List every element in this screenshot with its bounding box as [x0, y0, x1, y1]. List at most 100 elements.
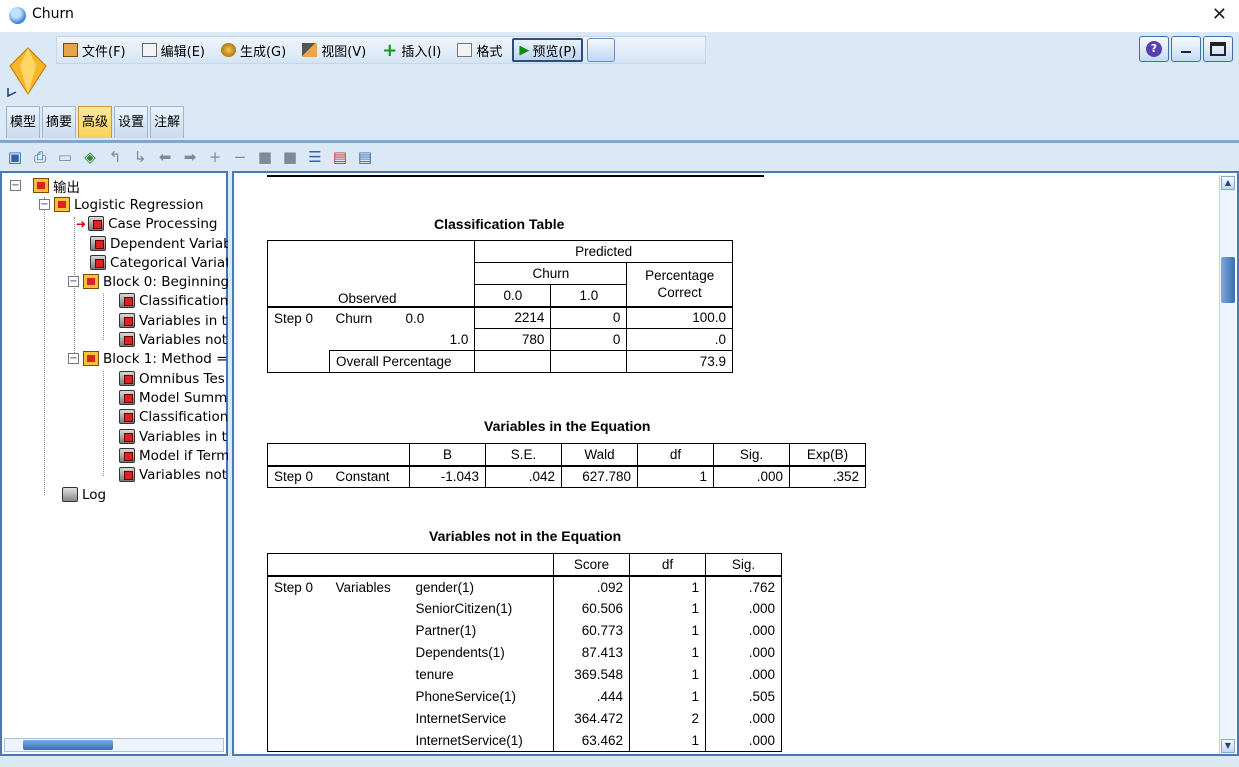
- vertical-scrollbar[interactable]: ▲ ▼: [1219, 175, 1235, 754]
- cell: 1: [629, 597, 706, 620]
- cell: 1: [637, 465, 714, 488]
- tree-node-b1-variables-not[interactable]: Variables not: [119, 465, 227, 484]
- col-header: B: [409, 443, 486, 467]
- print-preview-icon[interactable]: ▭: [54, 146, 76, 168]
- cell: 2: [629, 707, 706, 730]
- table-icon: [119, 390, 135, 405]
- arrow-left-icon[interactable]: ⬅: [154, 146, 176, 168]
- cell: .0: [626, 328, 733, 351]
- scroll-up-icon[interactable]: ▲: [1221, 176, 1235, 190]
- tree-node-categorical[interactable]: Categorical Variat: [90, 253, 231, 272]
- collapse-icon[interactable]: −: [39, 199, 50, 210]
- demote-icon[interactable]: ↳: [129, 146, 151, 168]
- minimize-button[interactable]: [1171, 36, 1201, 62]
- menu-insert-label: 插入(I): [401, 44, 442, 60]
- table-icon: [119, 332, 135, 347]
- tab-summary[interactable]: 摘要: [42, 106, 77, 138]
- cell: .444: [553, 685, 630, 708]
- tab-model[interactable]: 模型: [6, 106, 41, 138]
- expand-icon[interactable]: +: [204, 146, 226, 168]
- insert-text-icon[interactable]: ▤: [354, 146, 376, 168]
- window-controls: ?: [1139, 36, 1233, 62]
- tree-node-b1-classification[interactable]: Classification: [119, 407, 228, 426]
- tree-node-case-processing[interactable]: ➜ Case Processing: [76, 214, 217, 233]
- title-bar: Churn ✕: [0, 0, 1239, 32]
- observed-header: Observed: [266, 240, 476, 308]
- tree-node-b0-variables-not[interactable]: Variables not: [119, 330, 227, 349]
- row-label: InternetService(1): [409, 729, 554, 752]
- menu-edit[interactable]: 编辑(E): [136, 38, 211, 62]
- tab-settings[interactable]: 设置: [114, 106, 149, 138]
- col-0-header: 0.0: [474, 284, 552, 308]
- export-icon[interactable]: ◈: [79, 146, 101, 168]
- tab-annotation[interactable]: 注解: [150, 106, 185, 138]
- cell: 0: [550, 328, 628, 351]
- current-arrow-icon: ➜: [76, 216, 87, 231]
- cell: 1: [629, 685, 706, 708]
- menu-generate[interactable]: 生成(G): [215, 38, 292, 62]
- collapse-icon[interactable]: −: [68, 353, 79, 364]
- generate-icon: [220, 43, 236, 57]
- menu-insert[interactable]: + 插入(I): [376, 38, 447, 62]
- tree-node-model-if-term[interactable]: Model if Term: [119, 446, 229, 465]
- row-label: 1.0: [399, 328, 476, 351]
- not-in-corner: [267, 553, 554, 577]
- predicted-header: Predicted: [474, 240, 733, 263]
- log-icon: [62, 487, 78, 502]
- arrow-right-icon[interactable]: ➡: [179, 146, 201, 168]
- close-icon[interactable]: ✕: [1212, 4, 1227, 25]
- tree-node-model-summary[interactable]: Model Summ: [119, 388, 227, 407]
- tree-node-logistic[interactable]: − Logistic Regression: [39, 195, 204, 214]
- tree-node-b1-variables-in[interactable]: Variables in th: [119, 427, 235, 446]
- tree-node-block1[interactable]: − Block 1: Method =: [68, 349, 227, 368]
- folder-icon: [83, 351, 99, 366]
- tree-node-b0-variables-in[interactable]: Variables in th: [119, 311, 235, 330]
- scroll-down-icon[interactable]: ▼: [1221, 739, 1235, 753]
- collapse-icon[interactable]: −: [229, 146, 251, 168]
- promote-icon[interactable]: ↰: [104, 146, 126, 168]
- export-button[interactable]: [587, 38, 616, 62]
- folder-icon: [54, 197, 70, 212]
- cell: .505: [705, 685, 782, 708]
- file-icon: [63, 43, 78, 57]
- tree-node-b0-classification[interactable]: Classification: [119, 291, 228, 310]
- table-icon: [90, 255, 106, 270]
- help-button[interactable]: ?: [1139, 36, 1169, 62]
- menu-format[interactable]: 格式: [451, 38, 508, 62]
- menu-view[interactable]: 视图(V): [296, 38, 372, 62]
- scrollbar-thumb[interactable]: [1221, 257, 1235, 303]
- cell: .000: [705, 707, 782, 730]
- tree-node-block0[interactable]: − Block 0: Beginning: [68, 272, 229, 291]
- table-icon: [119, 409, 135, 424]
- row-label: gender(1): [409, 575, 554, 598]
- tree-node-log[interactable]: Log: [62, 485, 106, 504]
- col-header: Exp(B): [789, 443, 866, 467]
- print-icon[interactable]: ⎙: [29, 146, 51, 168]
- tree-guide: [103, 371, 104, 476]
- tree-guide: [103, 293, 104, 340]
- tree-node-dependent[interactable]: Dependent Variab: [90, 234, 232, 253]
- hide-icon[interactable]: ■: [279, 146, 301, 168]
- preview-button[interactable]: ▶ 预览(P): [512, 38, 584, 62]
- show-icon[interactable]: ■: [254, 146, 276, 168]
- collapse-icon[interactable]: −: [10, 180, 21, 191]
- step-label: Step 0: [267, 306, 330, 373]
- scrollbar-thumb[interactable]: [23, 740, 113, 750]
- status-bar: [0, 756, 1239, 767]
- maximize-button[interactable]: [1203, 36, 1233, 62]
- save-icon[interactable]: ▣: [4, 146, 26, 168]
- tree-node-output[interactable]: − 输出: [10, 176, 80, 196]
- tree-node-omnibus[interactable]: Omnibus Tes: [119, 369, 225, 388]
- insert-heading-icon[interactable]: ☰: [304, 146, 326, 168]
- collapse-icon[interactable]: −: [68, 276, 79, 287]
- tab-advanced[interactable]: 高级: [78, 106, 113, 138]
- maximize-icon: [1210, 42, 1226, 56]
- insert-title-icon[interactable]: ▤: [329, 146, 351, 168]
- not-in-equation-title: Variables not in the Equation: [429, 528, 622, 544]
- tree-horizontal-scrollbar[interactable]: [4, 738, 224, 752]
- cell: .000: [705, 663, 782, 686]
- menu-file[interactable]: 文件(F): [57, 38, 132, 62]
- previous-table-edge: [267, 173, 764, 177]
- cell: .092: [553, 575, 630, 598]
- step-label: Step 0: [267, 465, 330, 488]
